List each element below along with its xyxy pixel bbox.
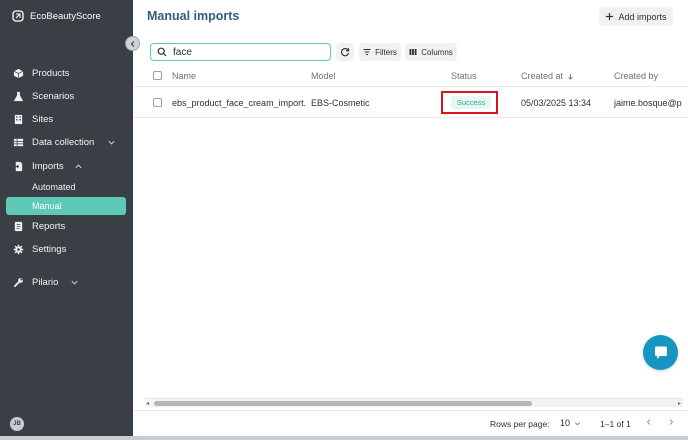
columns-button[interactable]: Columns — [405, 43, 457, 61]
chevron-down-icon — [575, 421, 581, 425]
rows-per-page-select[interactable]: 10 — [560, 418, 581, 428]
scroll-left-icon[interactable]: ◂ — [146, 400, 149, 407]
sidebar-item-automated[interactable]: Automated — [6, 178, 126, 196]
scroll-right-icon[interactable]: ▸ — [678, 400, 681, 407]
sidebar-item-pilario[interactable]: Pilario — [6, 273, 126, 291]
chat-icon — [654, 346, 667, 359]
chevron-down-icon[interactable] — [107, 138, 116, 147]
gear-icon — [12, 243, 24, 255]
table-header: Name Model Status Created at Created by — [133, 65, 688, 87]
column-header-model[interactable]: Model — [311, 71, 336, 81]
main-content: Manual imports Add imports Filters Colum… — [133, 0, 688, 440]
pagination-footer: Rows per page: 10 1–1 of 1 — [133, 410, 688, 436]
sidebar-item-label: Scenarios — [32, 90, 75, 102]
plus-icon — [606, 12, 614, 21]
chevron-up-icon[interactable] — [74, 162, 83, 171]
cell-created-at: 05/03/2025 13:34 — [521, 98, 592, 108]
pagination-range: 1–1 of 1 — [600, 419, 631, 429]
filters-button[interactable]: Filters — [359, 43, 401, 61]
table-row[interactable]: ebs_product_face_cream_import... EBS-Cos… — [133, 88, 688, 118]
sidebar-item-label: Products — [32, 67, 70, 79]
column-header-name[interactable]: Name — [172, 71, 196, 81]
chevron-right-icon — [669, 419, 674, 425]
column-header-created-by[interactable]: Created by — [614, 71, 658, 81]
sidebar-item-label: Imports — [32, 160, 64, 172]
search-field[interactable] — [150, 43, 331, 61]
search-icon — [157, 47, 167, 57]
rows-per-page-value: 10 — [560, 418, 571, 428]
sidebar-item-label: Pilario — [32, 276, 59, 288]
sidebar: EcoBeautyScore Products Scenarios Sites … — [0, 0, 133, 440]
columns-icon — [409, 49, 417, 55]
app-window: EcoBeautyScore Products Scenarios Sites … — [0, 0, 688, 440]
chevron-left-icon — [646, 419, 651, 425]
report-icon — [12, 220, 24, 232]
add-imports-button[interactable]: Add imports — [599, 7, 673, 26]
chat-button[interactable] — [643, 335, 678, 370]
cell-name[interactable]: ebs_product_face_cream_import... — [172, 98, 307, 108]
sidebar-item-settings[interactable]: Settings — [6, 240, 126, 258]
cube-icon — [12, 67, 24, 79]
horizontal-scrollbar[interactable]: ◂ ▸ — [145, 398, 683, 407]
building-icon — [12, 113, 24, 125]
sidebar-collapse-button[interactable] — [125, 36, 140, 51]
sidebar-item-label: Automated — [32, 182, 76, 192]
sidebar-item-label: Settings — [32, 243, 67, 255]
filters-label: Filters — [375, 47, 397, 57]
brand-name: EcoBeautyScore — [30, 10, 101, 22]
columns-label: Columns — [421, 47, 453, 57]
sidebar-item-scenarios[interactable]: Scenarios — [6, 87, 126, 105]
avatar[interactable]: JB — [10, 417, 24, 431]
cell-created-by: jaime.bosque@p — [614, 98, 682, 108]
sidebar-item-products[interactable]: Products — [6, 64, 126, 82]
search-input[interactable] — [173, 46, 323, 58]
select-all-checkbox[interactable] — [153, 71, 162, 80]
refresh-button[interactable] — [336, 43, 354, 61]
window-bottom-edge — [0, 436, 688, 440]
sidebar-item-reports[interactable]: Reports — [6, 217, 126, 235]
sidebar-item-data-collection[interactable]: Data collection — [6, 133, 126, 151]
chevron-down-icon[interactable] — [70, 278, 79, 287]
sort-down-icon — [568, 73, 573, 80]
sidebar-item-label: Data collection — [32, 136, 95, 148]
next-page-button[interactable] — [665, 416, 677, 428]
sidebar-item-imports[interactable]: Imports — [6, 157, 126, 175]
cell-model: EBS-Cosmetic — [311, 98, 370, 108]
column-header-created-at[interactable]: Created at — [521, 71, 574, 81]
brand[interactable]: EcoBeautyScore — [12, 10, 101, 22]
column-header-status[interactable]: Status — [451, 71, 477, 81]
page-title: Manual imports — [147, 9, 240, 23]
table-icon — [12, 136, 24, 148]
add-imports-label: Add imports — [618, 11, 667, 22]
rows-per-page-label: Rows per page: — [490, 419, 550, 429]
sidebar-item-label: Reports — [32, 220, 66, 232]
wrench-icon — [12, 276, 24, 288]
sidebar-item-sites[interactable]: Sites — [6, 110, 126, 128]
row-checkbox[interactable] — [153, 98, 162, 107]
scrollbar-thumb[interactable] — [154, 401, 532, 406]
sidebar-item-label: Sites — [32, 113, 54, 125]
chevron-left-icon — [130, 40, 134, 47]
sidebar-item-label: Manual — [32, 201, 62, 211]
flask-icon — [12, 90, 24, 102]
filter-icon — [363, 49, 371, 55]
previous-page-button[interactable] — [643, 416, 655, 428]
sidebar-item-manual[interactable]: Manual — [6, 197, 126, 215]
refresh-icon — [340, 48, 350, 57]
logo-icon — [12, 10, 24, 22]
import-icon — [12, 160, 24, 172]
highlight-annotation — [441, 91, 498, 114]
